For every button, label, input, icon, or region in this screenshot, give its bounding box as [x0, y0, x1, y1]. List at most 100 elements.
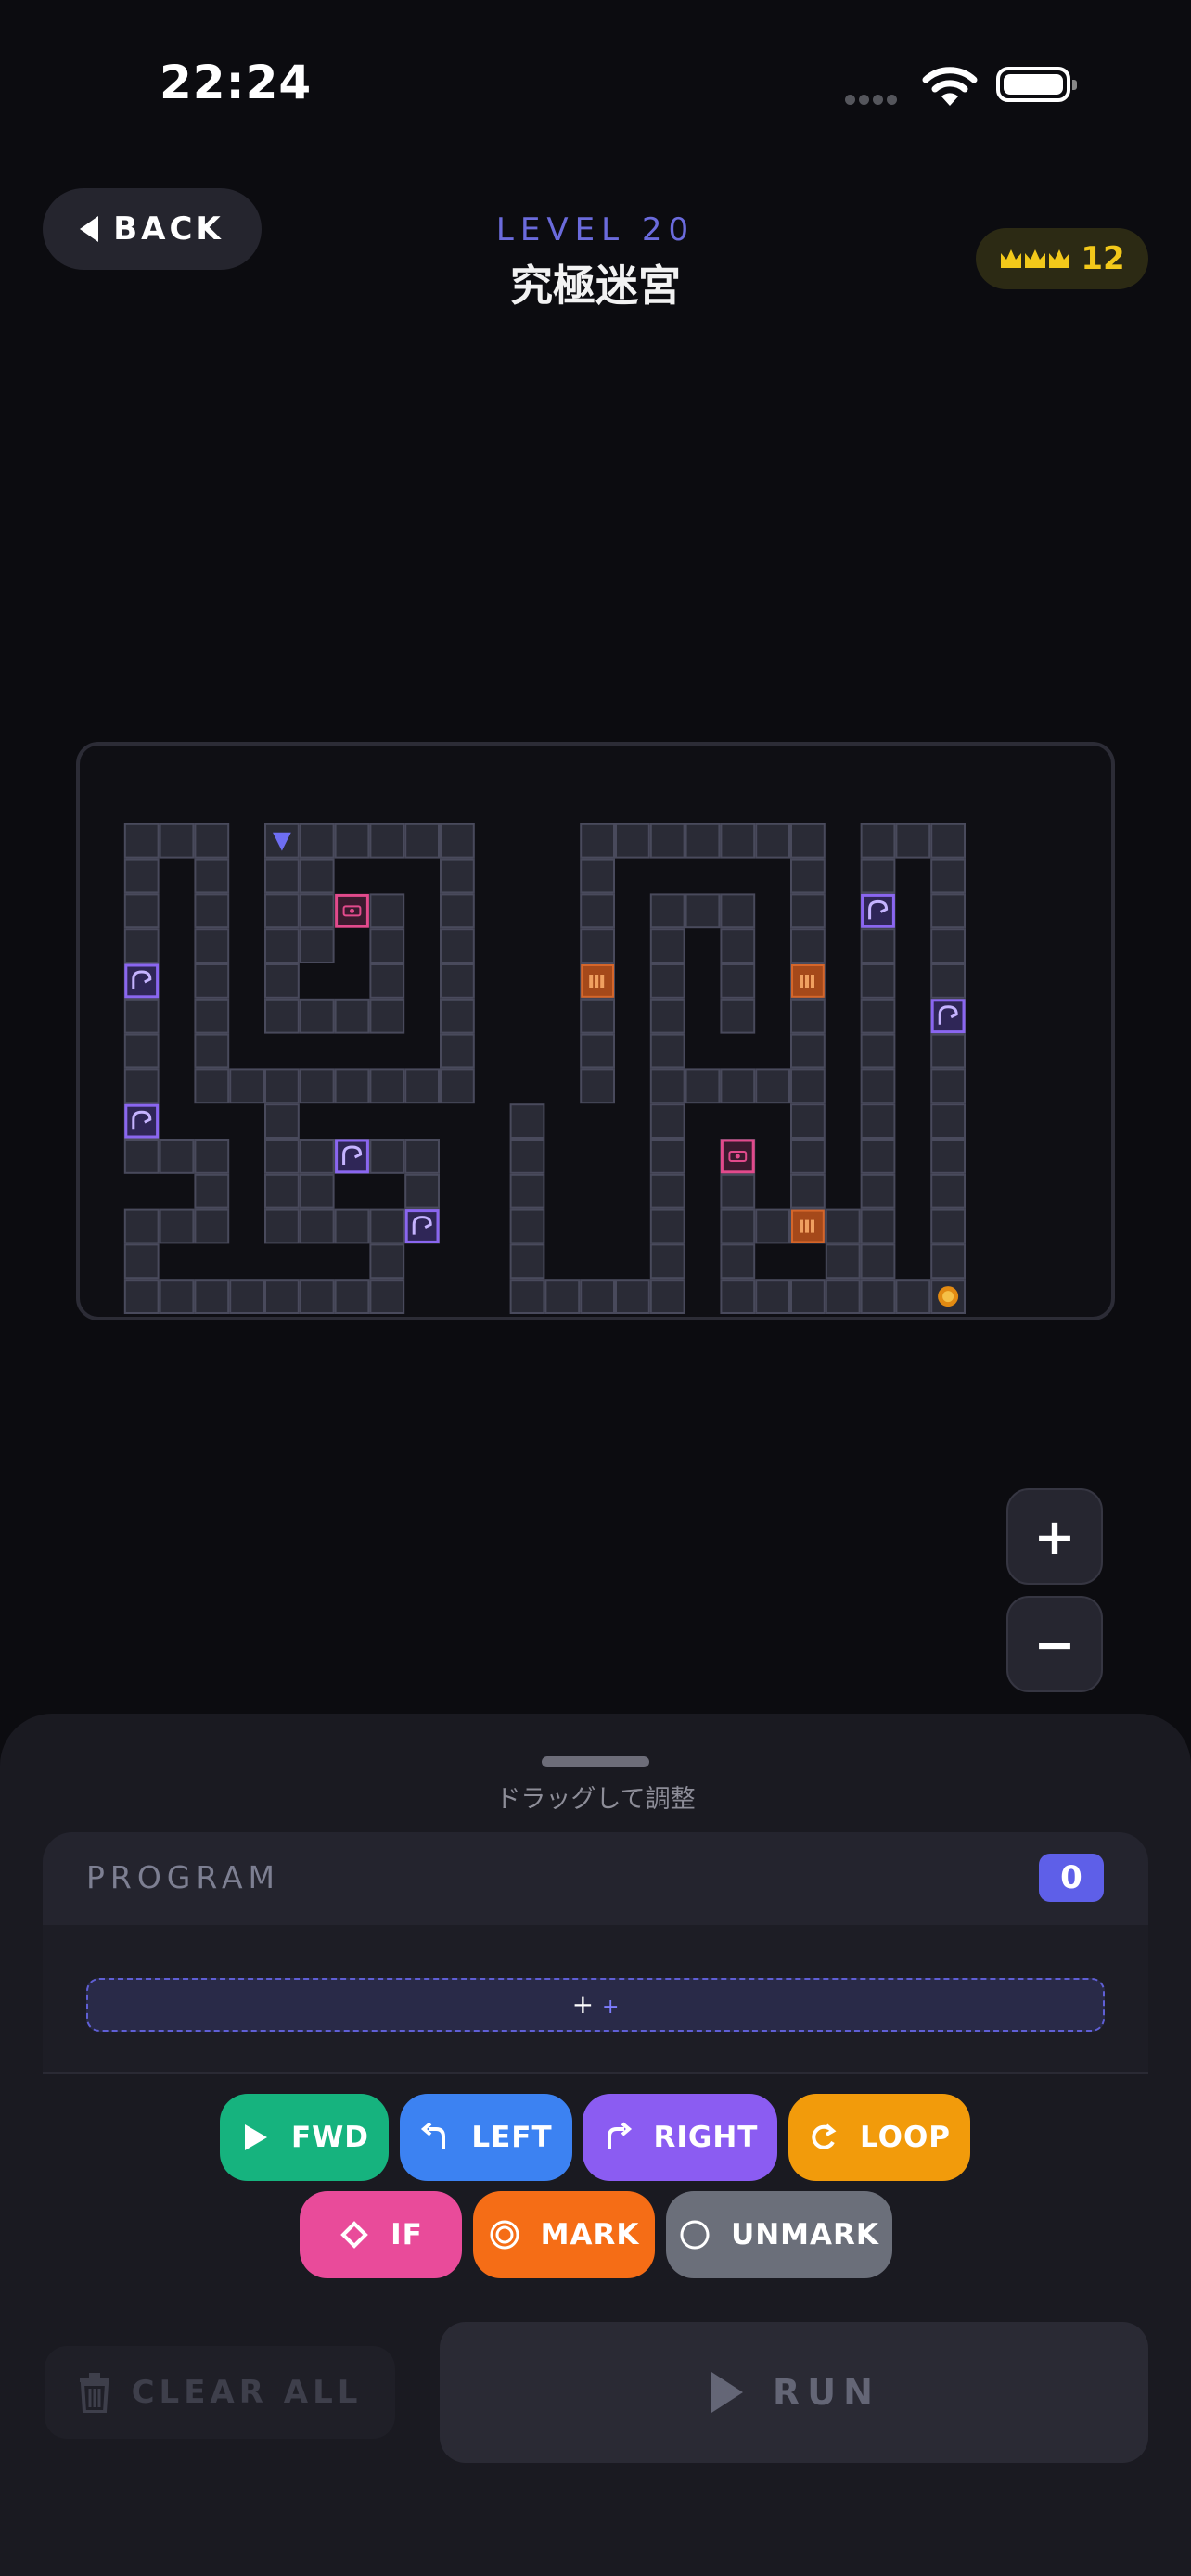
zoom-out-button[interactable]: −	[1006, 1596, 1103, 1692]
run-label: RUN	[773, 2372, 880, 2413]
maze-cell	[194, 998, 230, 1034]
maze-cell	[334, 1208, 370, 1244]
maze-cell	[580, 1279, 616, 1315]
maze-cell	[440, 858, 475, 894]
maze-cell	[860, 1139, 896, 1174]
mark-button[interactable]: MARK	[473, 2191, 655, 2278]
maze-cell	[930, 928, 967, 963]
maze-cell	[123, 928, 160, 963]
maze-cell	[580, 1033, 616, 1069]
teleport-portal-icon	[335, 1139, 369, 1174]
run-button[interactable]: RUN	[440, 2322, 1148, 2463]
drop-slot-plus: +	[571, 1989, 595, 2020]
maze-cell	[720, 1208, 756, 1244]
maze-cell	[369, 998, 405, 1034]
maze-cell	[649, 1208, 685, 1244]
maze-cell	[720, 963, 756, 999]
left-button[interactable]: LEFT	[400, 2094, 572, 2181]
maze-cell	[580, 1068, 616, 1104]
maze-cell	[299, 893, 335, 929]
unmark-button[interactable]: UNMARK	[666, 2191, 892, 2278]
maze-cell	[509, 1103, 545, 1140]
maze-cell	[860, 963, 896, 999]
maze-cell	[123, 998, 160, 1034]
program-title: PROGRAM	[86, 1859, 281, 1895]
switch-key-dot	[735, 1154, 740, 1159]
maze-cell	[930, 1139, 967, 1174]
maze-cell	[159, 1279, 195, 1315]
loop-button[interactable]: LOOP	[788, 2094, 970, 2181]
run-play-icon	[711, 2372, 744, 2413]
fwd-button[interactable]: FWD	[220, 2094, 389, 2181]
maze-cell	[440, 893, 475, 929]
maze-cell	[299, 823, 335, 859]
maze-cell	[509, 1208, 545, 1244]
maze-cell	[264, 998, 300, 1034]
maze-cell	[194, 1139, 230, 1174]
maze-cell	[860, 1103, 896, 1140]
maze-cell	[720, 823, 756, 859]
maze-cell	[649, 893, 685, 929]
maze-cell	[194, 893, 230, 929]
maze-cell	[369, 893, 405, 929]
maze-cell	[685, 893, 721, 929]
gate-bar	[805, 975, 809, 988]
stars-count: 12	[1081, 240, 1125, 277]
maze-cell	[930, 963, 967, 999]
back-button[interactable]: BACK	[43, 188, 262, 270]
maze-cell	[895, 1279, 931, 1315]
maze-cell	[369, 1243, 405, 1280]
if-button[interactable]: IF	[300, 2191, 462, 2278]
teleport-portal-icon	[930, 999, 966, 1034]
maze-cell	[685, 1068, 721, 1104]
maze-cell	[159, 1208, 195, 1244]
level-number: LEVEL 20	[495, 211, 696, 249]
maze-cell	[860, 1208, 896, 1244]
maze-cell	[720, 998, 756, 1034]
maze-cell	[895, 823, 931, 859]
maze-cell	[580, 928, 616, 963]
unmark-label: UNMARK	[731, 2218, 879, 2251]
right-button[interactable]: RIGHT	[583, 2094, 777, 2181]
maze-cell	[790, 1068, 826, 1104]
maze-cell	[369, 963, 405, 999]
maze-cell	[264, 1208, 300, 1244]
maze-cell	[194, 963, 230, 999]
maze-cell	[860, 1173, 896, 1209]
program-drop-slot[interactable]: + +	[86, 1978, 1105, 2032]
right-label: RIGHT	[653, 2121, 759, 2154]
maze-cell	[404, 1173, 441, 1209]
maze-cell	[334, 1279, 370, 1315]
maze-cell	[194, 1068, 230, 1104]
maze-cell	[860, 1279, 896, 1315]
clear-all-button[interactable]: CLEAR ALL	[45, 2346, 395, 2439]
drag-handle[interactable]	[542, 1756, 649, 1767]
gate-bar	[800, 1219, 803, 1233]
maze-cell	[369, 928, 405, 963]
maze-cell	[440, 1068, 475, 1104]
maze-cell	[123, 823, 160, 859]
maze-cell	[123, 1208, 160, 1244]
maze-cell	[509, 1279, 545, 1315]
target-icon	[490, 2220, 519, 2250]
maze-cell	[194, 928, 230, 963]
maze-cell	[790, 893, 826, 929]
gate-bar	[800, 975, 803, 988]
maze-cell	[649, 1103, 685, 1140]
maze-cell	[194, 858, 230, 894]
play-icon	[244, 2124, 267, 2150]
loop-icon	[812, 2123, 837, 2149]
gate-bar	[600, 975, 605, 988]
maze-cell	[580, 893, 616, 929]
maze-cell	[229, 1279, 264, 1315]
gate-bar	[595, 975, 599, 988]
maze-cell	[930, 1033, 967, 1069]
zoom-in-button[interactable]: +	[1006, 1488, 1103, 1585]
mark-label: MARK	[540, 2218, 640, 2251]
maze-cell	[194, 1279, 230, 1315]
maze-cell	[369, 1068, 405, 1104]
crowns-icon	[1001, 249, 1070, 268]
maze-cell	[440, 998, 475, 1034]
maze-cell	[615, 1279, 650, 1315]
maze-board[interactable]	[76, 742, 1115, 1320]
